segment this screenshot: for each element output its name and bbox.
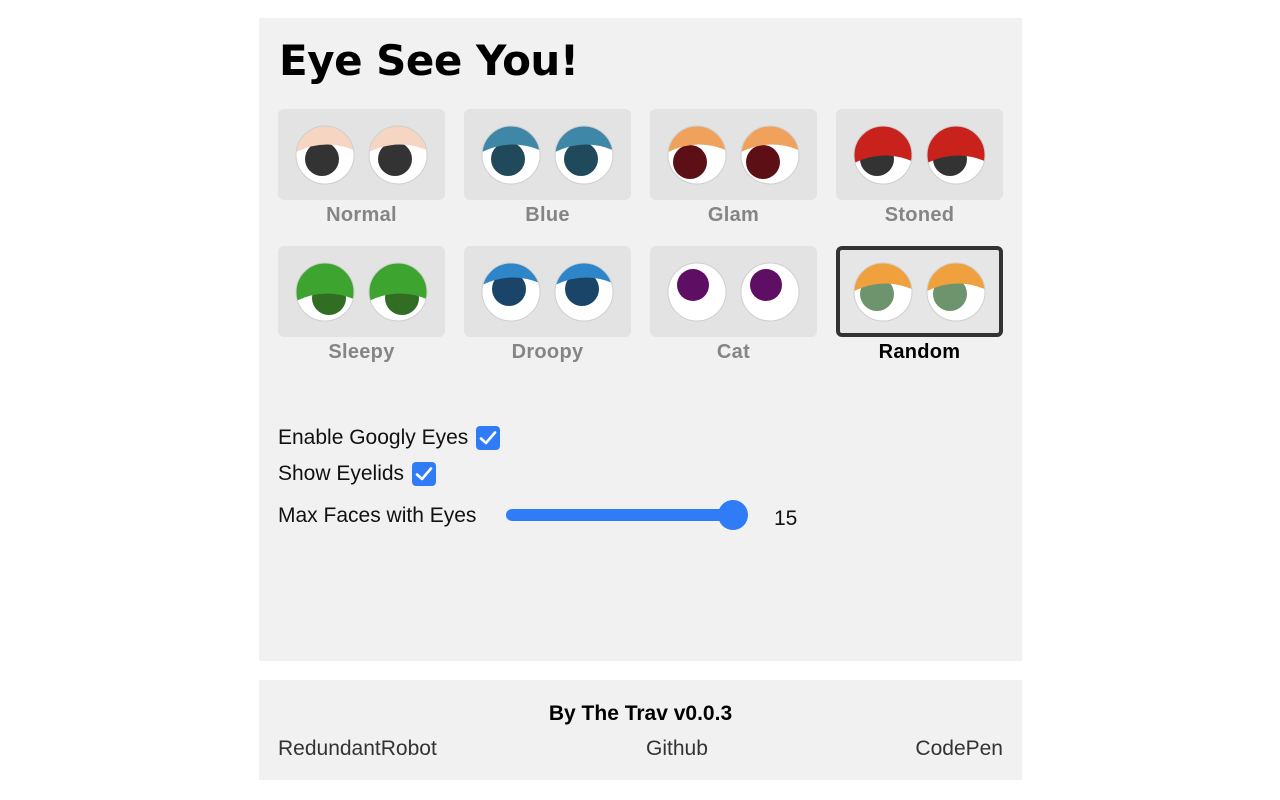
checkmark-icon [479,431,497,445]
footer: By The Trav v0.0.3 RedundantRobot Github… [259,680,1022,780]
eyelids-row: Show Eyelids [278,462,437,486]
page-title: Eye See You! [279,36,579,85]
eye-style-normal[interactable]: Normal [278,109,445,229]
credit-text: By The Trav v0.0.3 [548,702,733,725]
eye-style-label: Normal [326,204,397,226]
eye-style-sleepy[interactable]: Sleepy [278,246,445,366]
eye-style-cat[interactable]: Cat [650,246,817,366]
settings-panel: Eye See You! Normal Blue Glam Stoned Sleepy D… [259,18,1022,661]
redundantrobot-link[interactable]: RedundantRobot [278,737,437,761]
codepen-link[interactable]: CodePen [915,737,1003,761]
eyelids-checkbox[interactable] [412,462,437,486]
slider-track [506,509,738,521]
eyes-icon [667,262,800,322]
eye-preview-tile [464,246,631,337]
eyes-icon [295,125,428,185]
eye-preview-tile [278,109,445,200]
slider-thumb[interactable] [718,500,748,530]
eye-style-label: Stoned [884,204,955,226]
eye-style-label: Droopy [511,341,584,363]
eye-style-label: Random [878,341,961,363]
eyes-icon [295,262,428,322]
eyes-icon [481,262,614,322]
eye-style-label: Glam [707,204,760,226]
max-faces-value: 15 [774,507,798,530]
eye-style-blue[interactable]: Blue [464,109,631,229]
eye-style-label: Sleepy [328,341,395,363]
checkmark-icon [415,467,433,481]
eye-style-stoned[interactable]: Stoned [836,109,1003,229]
eye-style-glam[interactable]: Glam [650,109,817,229]
eye-preview-tile [650,246,817,337]
googly-eyes-label: Enable Googly Eyes [278,426,469,449]
max-faces-label: Max Faces with Eyes [278,504,477,527]
googly-eyes-row: Enable Googly Eyes [278,426,501,450]
eye-style-label: Cat [716,341,751,363]
eye-style-label: Blue [525,204,570,226]
eye-preview-tile [278,246,445,337]
googly-eyes-checkbox[interactable] [476,426,501,450]
eyes-icon [481,125,614,185]
eye-preview-tile [836,109,1003,200]
eyes-icon [853,125,986,185]
eye-preview-tile [836,246,1003,337]
eye-preview-tile [464,109,631,200]
eye-style-random[interactable]: Random [836,246,1003,366]
eye-style-grid: Normal Blue Glam Stoned Sleepy Droopy Cat Rando… [278,109,1004,381]
max-faces-slider[interactable] [506,500,750,530]
eyes-icon [667,125,800,185]
eye-preview-tile [650,109,817,200]
eyes-icon [853,262,986,322]
github-link[interactable]: Github [646,737,708,761]
eye-style-droopy[interactable]: Droopy [464,246,631,366]
eyelids-label: Show Eyelids [278,462,405,485]
